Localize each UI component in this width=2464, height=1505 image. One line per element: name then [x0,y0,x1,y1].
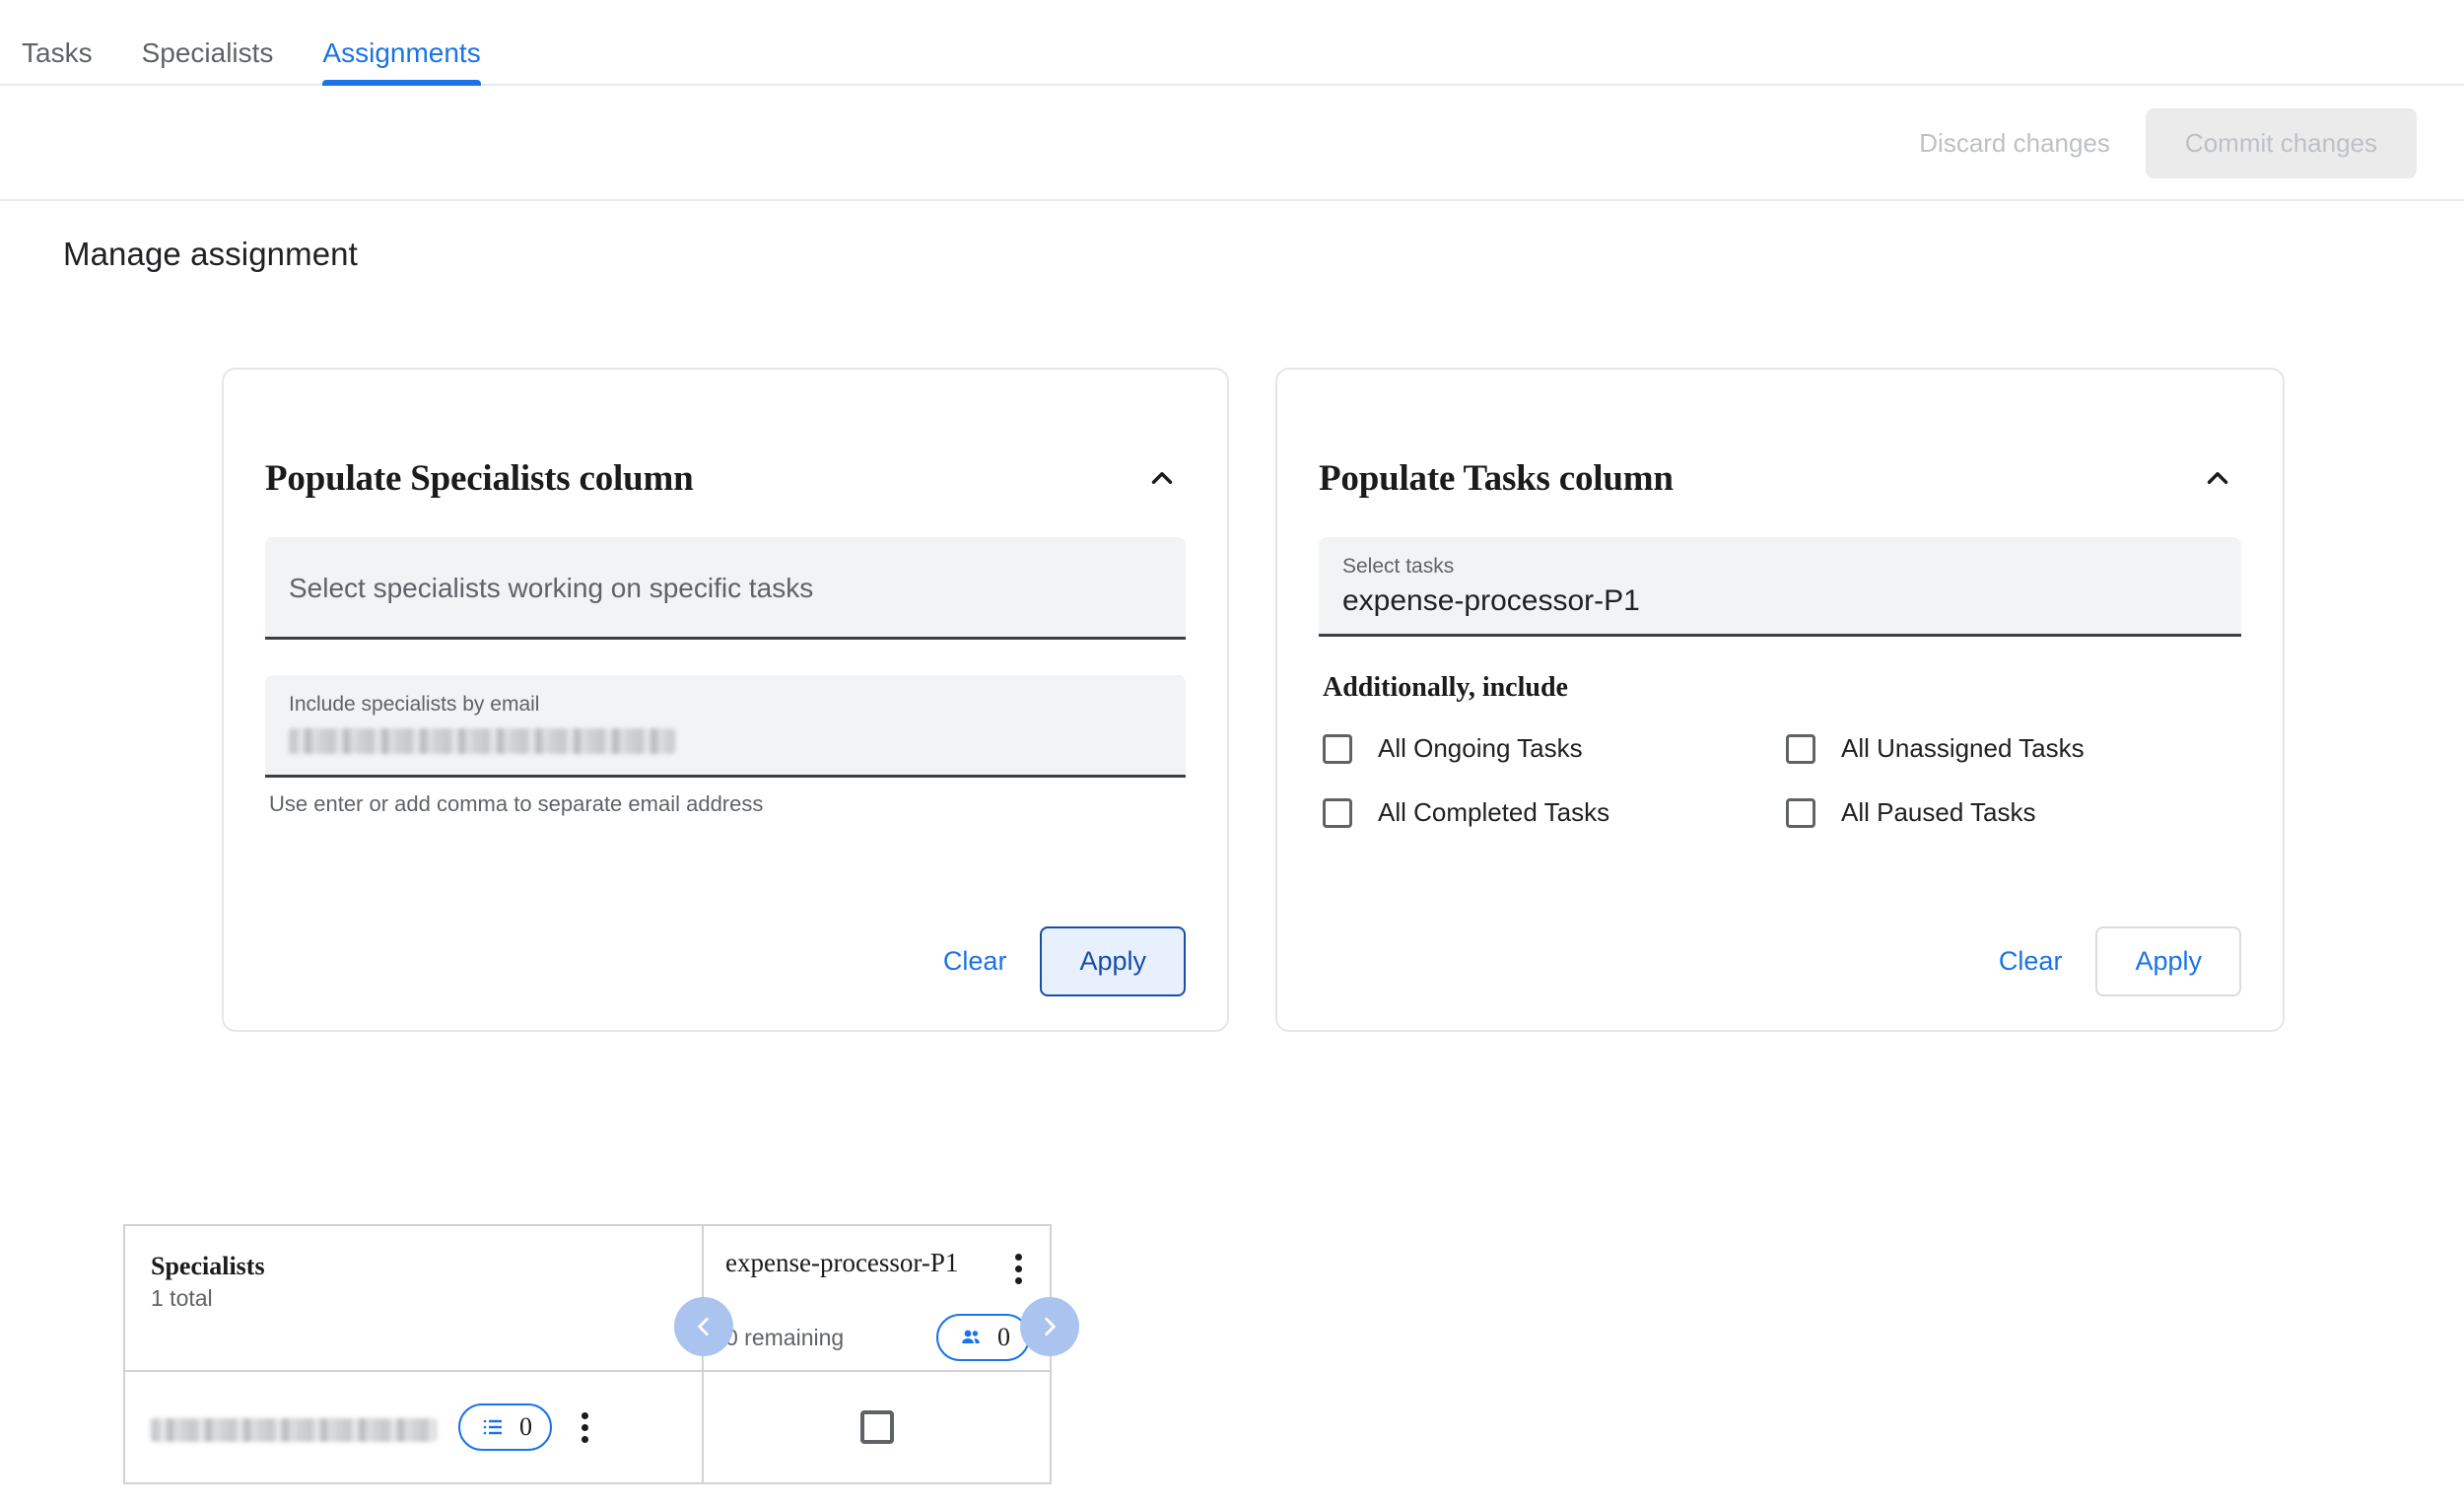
assignment-checkbox[interactable] [859,1410,894,1444]
specialist-count-value: 0 [519,1412,532,1441]
discard-changes-button[interactable]: Discard changes [1901,112,2128,174]
task-name: expense-processor-P1 [725,1248,959,1277]
specialists-header-title: Specialists [151,1252,265,1280]
tab-bar: Tasks Specialists Assignments [0,0,2464,86]
tab-label: Assignments [322,36,481,68]
email-value-redacted [289,728,675,754]
kebab-menu-icon[interactable] [1007,1248,1030,1290]
task-header-cell: expense-processor-P1 0 remaining 0 [674,1224,1079,1372]
chevron-right-icon[interactable] [1020,1297,1079,1356]
checkbox-label: All Completed Tasks [1378,797,1610,827]
tab-label: Specialists [141,36,274,68]
select-tasks-label: Select tasks [1342,555,1455,578]
specialists-header-subtitle: 1 total [151,1285,213,1311]
chevron-left-icon[interactable] [674,1297,733,1356]
card-footer: Clear Apply [1977,926,2241,996]
additionally-include-heading: Additionally, include [1323,672,1568,703]
tab-tasks[interactable]: Tasks [22,0,93,86]
tab-specialists[interactable]: Specialists [142,0,274,86]
clear-button[interactable]: Clear [922,930,1029,992]
checkbox-label: All Ongoing Tasks [1378,733,1583,763]
kebab-menu-icon[interactable] [574,1406,596,1449]
specialist-email-redacted [151,1418,437,1442]
task-name-row: expense-processor-P1 [704,1248,1050,1290]
card-header: Populate Tasks column [1277,419,2283,537]
assigned-count-value: 0 [997,1323,1010,1351]
page-title: Manage assignment [63,236,358,272]
table-row: 0 [123,1370,1052,1484]
checkbox-box[interactable] [1323,797,1352,828]
people-icon [962,1330,980,1343]
card-footer: Clear Apply [922,926,1186,996]
checkbox-all-ongoing-tasks[interactable]: All Ongoing Tasks [1323,733,1786,764]
chevron-up-icon[interactable] [1138,454,1186,502]
populate-specialists-card: Populate Specialists column Select speci… [222,368,1229,1032]
select-tasks-value: expense-processor-P1 [1342,584,1640,617]
apply-button[interactable]: Apply [1040,926,1186,996]
checkbox-label: All Unassigned Tasks [1841,733,2085,763]
checkbox-box[interactable] [1323,733,1352,764]
include-specialists-email-input[interactable]: Include specialists by email [265,675,1186,778]
select-tasks-input[interactable]: Select tasks expense-processor-P1 [1319,537,2241,637]
checkbox-all-completed-tasks[interactable]: All Completed Tasks [1323,797,1786,828]
tab-label: Tasks [22,36,93,68]
specialist-cell: 0 [123,1370,704,1484]
apply-button[interactable]: Apply [2095,926,2241,996]
select-specialists-input[interactable]: Select specialists working on specific t… [265,537,1186,640]
tab-assignments[interactable]: Assignments [322,0,482,86]
checkbox-all-paused-tasks[interactable]: All Paused Tasks [1786,797,2249,828]
populate-tasks-card: Populate Tasks column Select tasks expen… [1275,368,2285,1032]
task-remaining-row: 0 remaining 0 [704,1314,1050,1361]
list-icon [483,1419,502,1435]
chevron-up-icon[interactable] [2194,454,2241,502]
table-header-row: Specialists 1 total expense-processor-P1 [123,1224,1079,1372]
include-checkbox-grid: All Ongoing Tasks All Unassigned Tasks A… [1323,733,2283,828]
specialist-count-pill[interactable]: 0 [458,1403,552,1451]
action-bar: Discard changes Commit changes [0,88,2464,201]
card-header: Populate Specialists column [224,419,1227,537]
checkbox-all-unassigned-tasks[interactable]: All Unassigned Tasks [1786,733,2249,764]
assignment-grid: Specialists 1 total expense-processor-P1 [123,1224,1079,1484]
clear-button[interactable]: Clear [1977,930,2085,992]
task-remaining-text: 0 remaining [725,1324,845,1350]
assignment-table: Specialists 1 total expense-processor-P1 [123,1224,1079,1484]
email-field-label: Include specialists by email [289,693,540,716]
commit-changes-button[interactable]: Commit changes [2145,108,2417,178]
email-helper-text: Use enter or add comma to separate email… [269,791,764,816]
specialists-header-cell: Specialists 1 total [123,1224,704,1372]
assignment-cell [702,1370,1052,1484]
checkbox-box[interactable] [1786,733,1815,764]
checkbox-label: All Paused Tasks [1841,797,2036,827]
assigned-count-pill[interactable]: 0 [936,1314,1030,1361]
checkbox-box[interactable] [1786,797,1815,828]
select-specialists-placeholder: Select specialists working on specific t… [289,572,814,603]
card-title: Populate Specialists column [265,457,694,499]
card-title: Populate Tasks column [1319,457,1674,499]
